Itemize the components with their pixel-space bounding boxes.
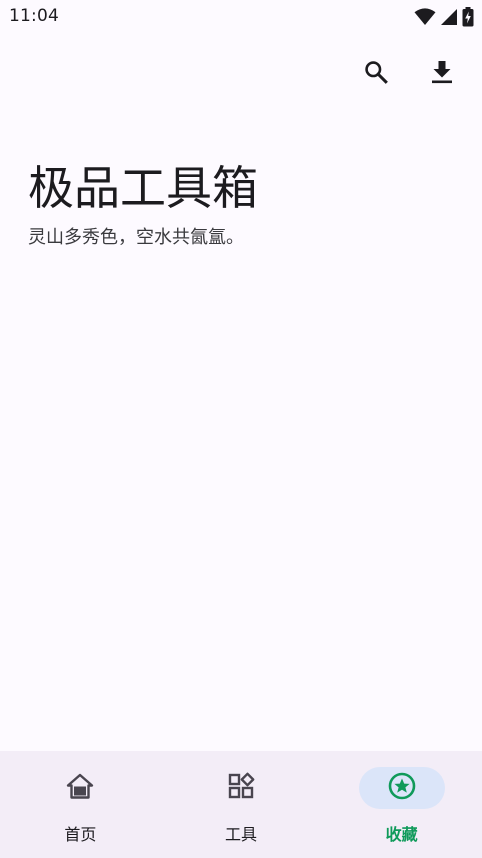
download-button[interactable] [424,56,460,92]
nav-label-home: 首页 [64,825,97,844]
page-title: 极品工具箱 [28,161,258,215]
nav-label-favorites: 收藏 [385,825,418,844]
status-icons [414,7,474,31]
battery-charging-icon [462,7,474,31]
nav-item-home[interactable]: 首页 [0,751,161,858]
search-button[interactable] [358,56,394,92]
star-circle-icon [388,772,416,804]
bottom-navigation: 首页 工具 收藏 [0,751,482,858]
tools-grid-icon [227,772,255,804]
status-bar: 11:04 [0,0,482,34]
nav-item-tools[interactable]: 工具 [161,751,322,858]
top-actions [358,56,460,92]
home-icon [65,772,95,804]
wifi-icon [414,8,436,30]
nav-indicator [198,767,284,809]
download-icon [430,59,454,89]
cellular-signal-icon [440,8,458,30]
page-subtitle: 灵山多秀色，空水共氤氲。 [28,227,244,248]
nav-item-favorites[interactable]: 收藏 [321,751,482,858]
search-icon [363,59,389,89]
nav-label-tools: 工具 [225,825,258,844]
status-time: 11:04 [9,6,59,26]
nav-indicator [37,767,123,809]
nav-indicator-active [358,767,445,809]
